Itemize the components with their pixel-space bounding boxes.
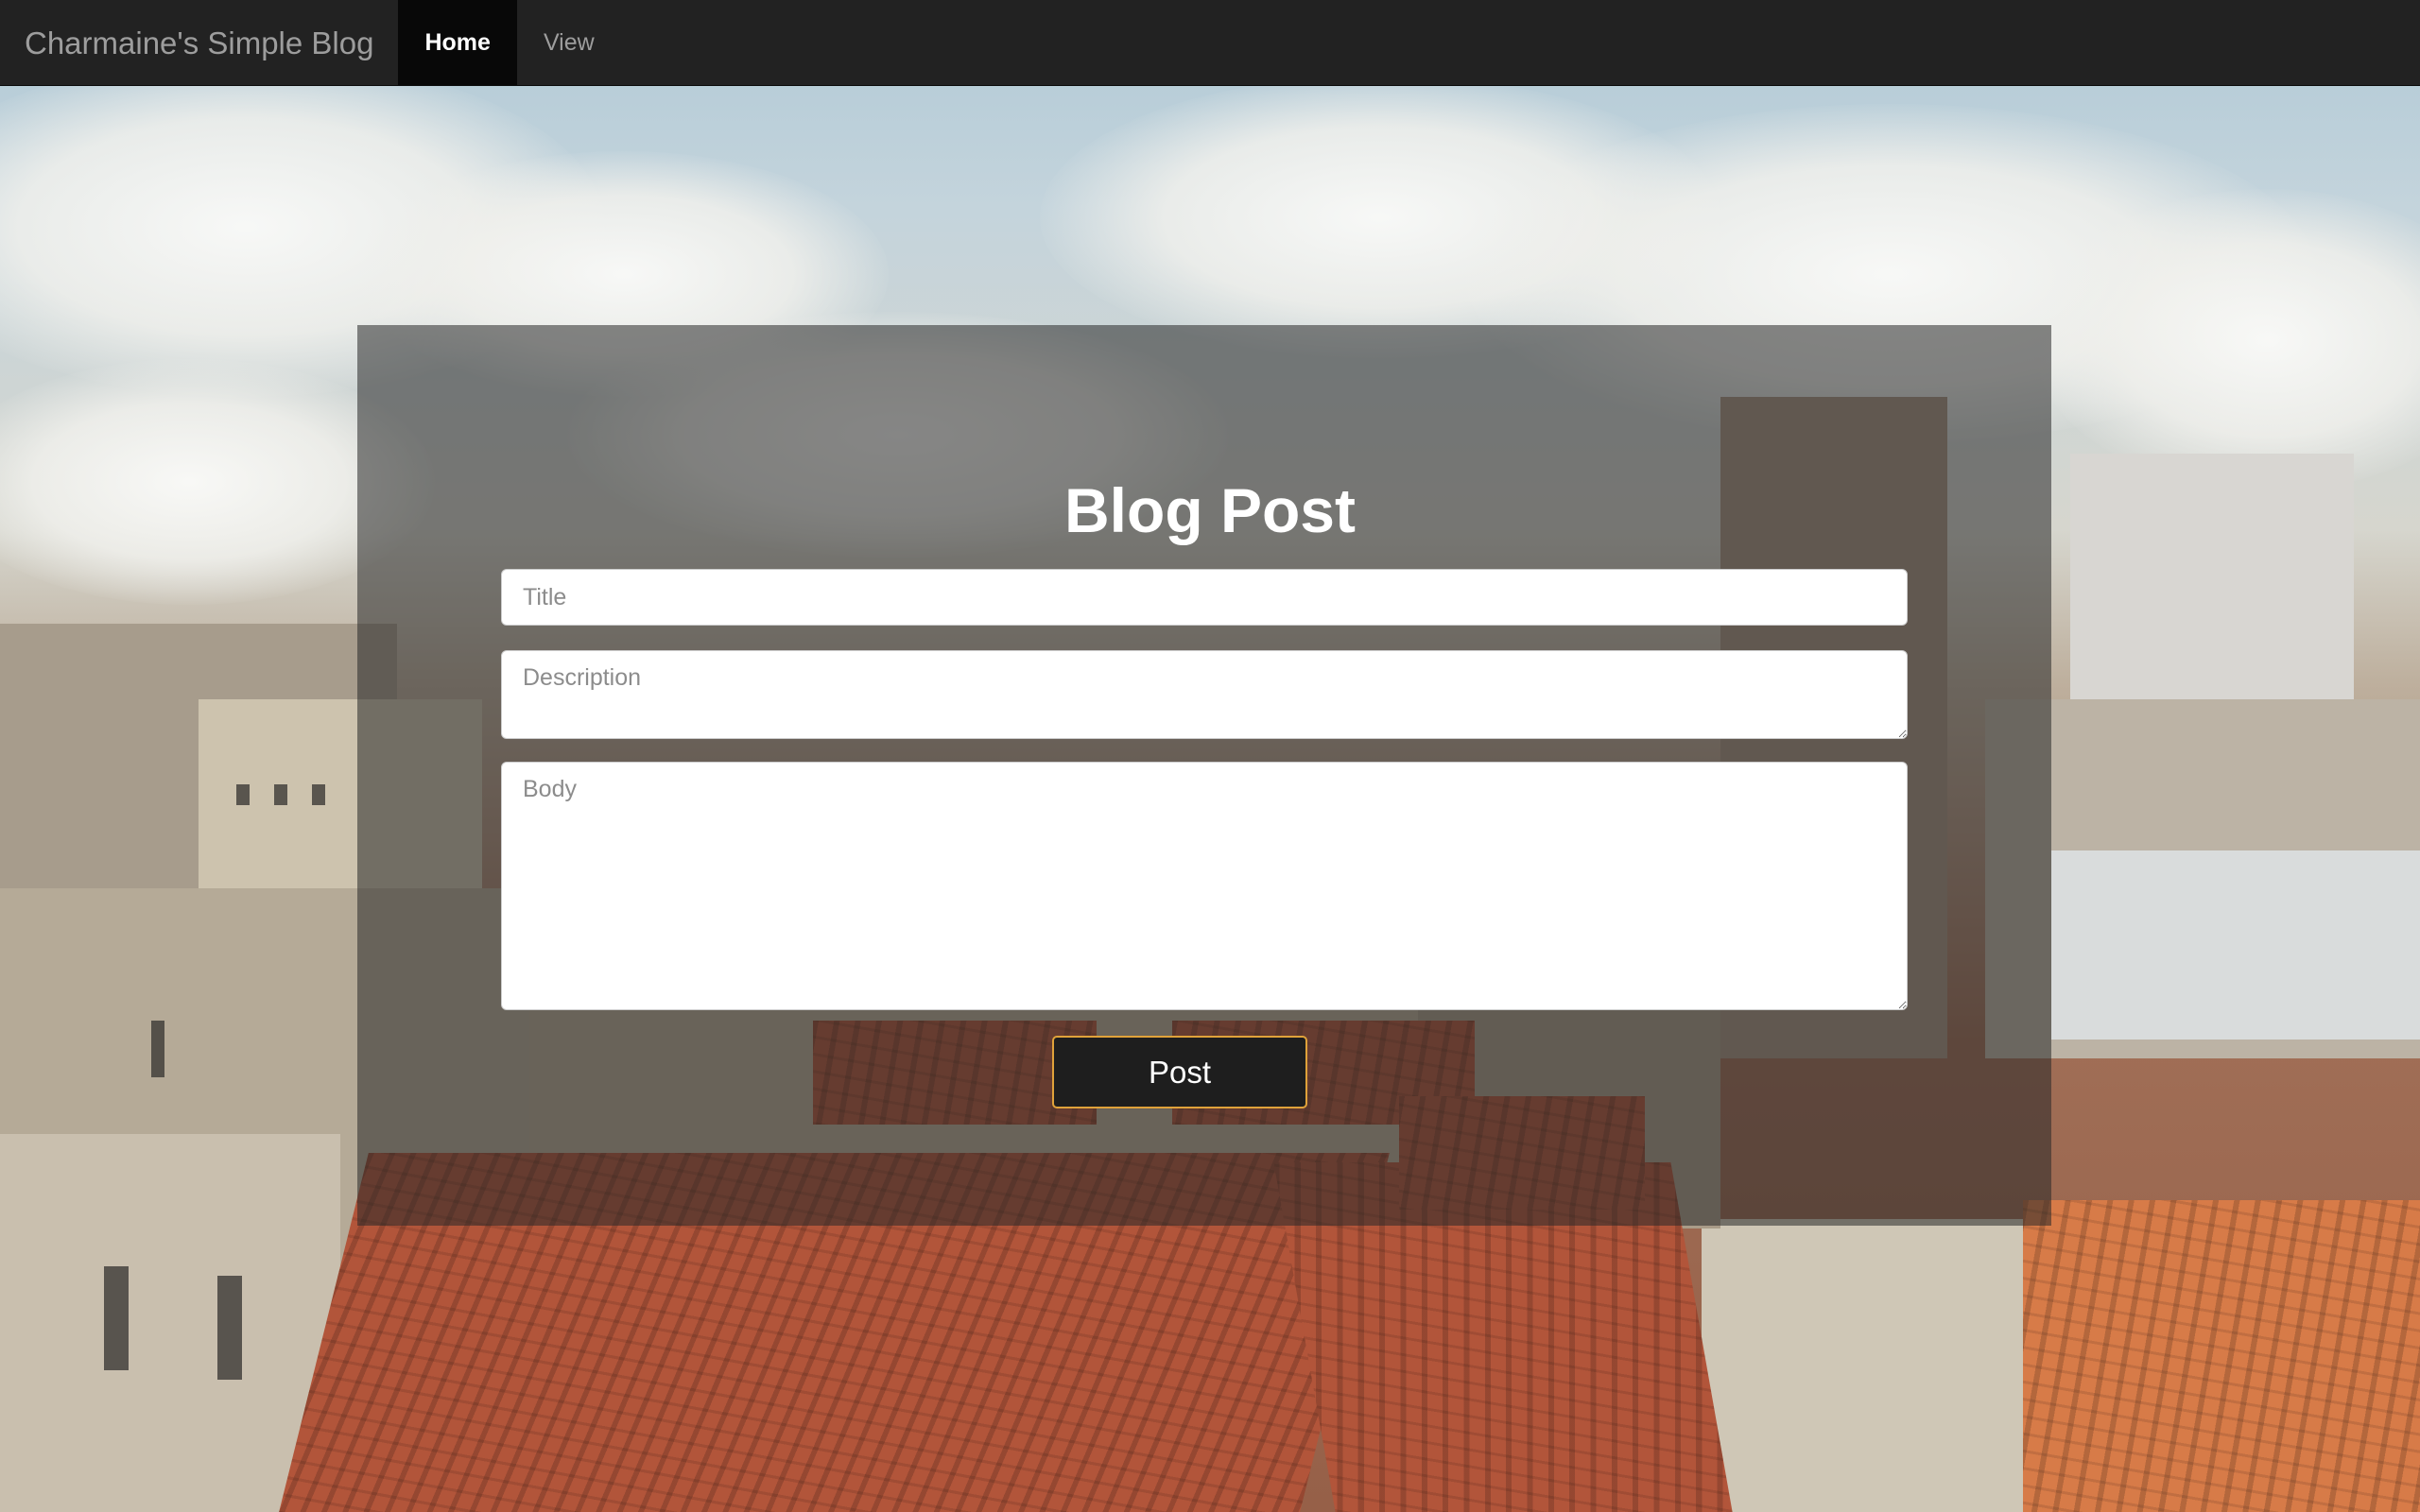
- title-input[interactable]: [501, 569, 1908, 626]
- page-title: Blog Post: [1064, 475, 1356, 545]
- nav-item-view[interactable]: View: [517, 0, 621, 85]
- nav-item-home[interactable]: Home: [398, 0, 517, 85]
- description-textarea[interactable]: [501, 650, 1908, 739]
- body-textarea[interactable]: [501, 762, 1908, 1010]
- navbar: Charmaine's Simple Blog Home View: [0, 0, 2420, 86]
- brand-link[interactable]: Charmaine's Simple Blog: [0, 0, 398, 85]
- post-button[interactable]: Post: [1052, 1036, 1307, 1108]
